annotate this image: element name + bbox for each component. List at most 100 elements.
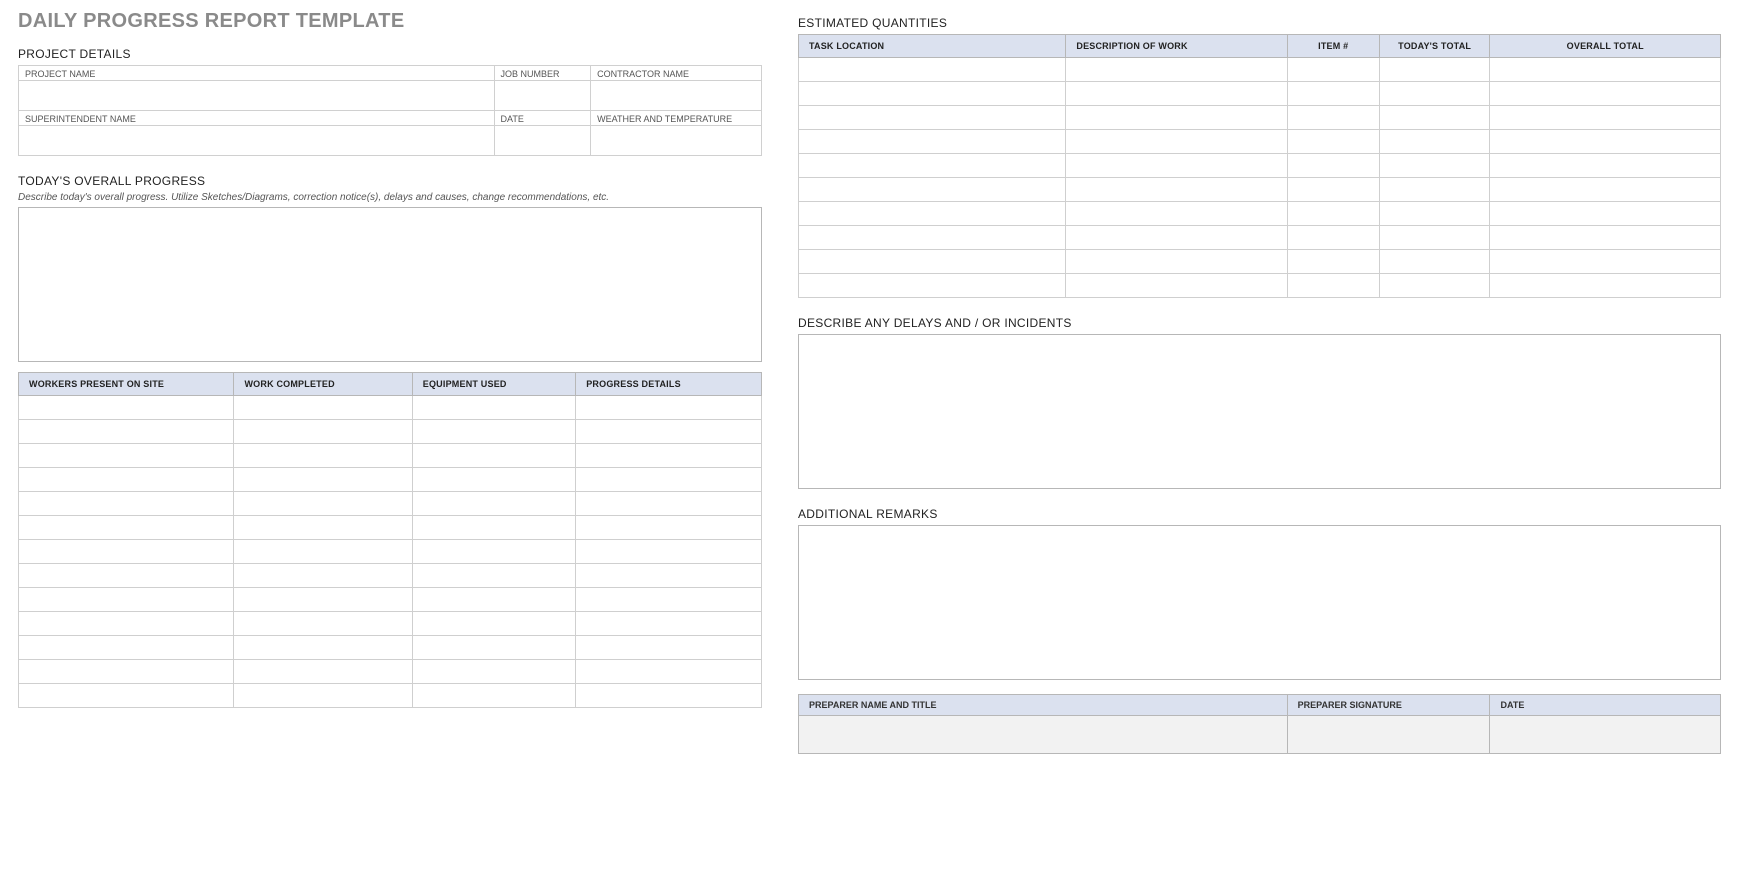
cell-equipment[interactable] [412,492,575,516]
cell-workers[interactable] [19,444,234,468]
cell-equipment[interactable] [412,444,575,468]
cell-workers[interactable] [19,612,234,636]
input-project-name[interactable] [19,81,495,111]
input-superintendent-name[interactable] [19,126,495,156]
input-weather[interactable] [591,126,762,156]
cell-location[interactable] [799,202,1066,226]
cell-details[interactable] [576,540,762,564]
cell-today[interactable] [1379,82,1490,106]
cell-description[interactable] [1066,226,1287,250]
cell-completed[interactable] [234,684,412,708]
cell-item[interactable] [1287,82,1379,106]
cell-equipment[interactable] [412,468,575,492]
cell-location[interactable] [799,154,1066,178]
cell-location[interactable] [799,58,1066,82]
cell-workers[interactable] [19,636,234,660]
cell-equipment[interactable] [412,540,575,564]
cell-today[interactable] [1379,226,1490,250]
cell-equipment[interactable] [412,396,575,420]
cell-description[interactable] [1066,250,1287,274]
cell-completed[interactable] [234,396,412,420]
cell-completed[interactable] [234,588,412,612]
cell-details[interactable] [576,564,762,588]
cell-completed[interactable] [234,540,412,564]
cell-description[interactable] [1066,82,1287,106]
cell-equipment[interactable] [412,564,575,588]
cell-item[interactable] [1287,178,1379,202]
cell-equipment[interactable] [412,612,575,636]
cell-equipment[interactable] [412,660,575,684]
cell-completed[interactable] [234,612,412,636]
cell-item[interactable] [1287,154,1379,178]
cell-completed[interactable] [234,420,412,444]
cell-overall[interactable] [1490,178,1721,202]
cell-overall[interactable] [1490,58,1721,82]
cell-details[interactable] [576,660,762,684]
cell-item[interactable] [1287,202,1379,226]
cell-workers[interactable] [19,660,234,684]
cell-workers[interactable] [19,540,234,564]
cell-details[interactable] [576,420,762,444]
cell-details[interactable] [576,636,762,660]
cell-equipment[interactable] [412,588,575,612]
cell-completed[interactable] [234,516,412,540]
cell-today[interactable] [1379,178,1490,202]
input-contractor-name[interactable] [591,81,762,111]
cell-item[interactable] [1287,274,1379,298]
cell-description[interactable] [1066,274,1287,298]
cell-workers[interactable] [19,420,234,444]
cell-description[interactable] [1066,178,1287,202]
cell-details[interactable] [576,612,762,636]
input-preparer-signature[interactable] [1287,716,1490,754]
cell-overall[interactable] [1490,130,1721,154]
textarea-remarks[interactable] [798,525,1721,680]
cell-details[interactable] [576,444,762,468]
cell-completed[interactable] [234,564,412,588]
cell-completed[interactable] [234,492,412,516]
cell-item[interactable] [1287,130,1379,154]
input-date[interactable] [494,126,591,156]
cell-overall[interactable] [1490,226,1721,250]
cell-overall[interactable] [1490,106,1721,130]
cell-equipment[interactable] [412,516,575,540]
cell-details[interactable] [576,588,762,612]
cell-completed[interactable] [234,660,412,684]
cell-overall[interactable] [1490,250,1721,274]
cell-location[interactable] [799,106,1066,130]
cell-details[interactable] [576,492,762,516]
cell-completed[interactable] [234,444,412,468]
cell-item[interactable] [1287,106,1379,130]
cell-location[interactable] [799,178,1066,202]
cell-today[interactable] [1379,274,1490,298]
cell-item[interactable] [1287,58,1379,82]
textarea-overall-progress[interactable] [18,207,762,362]
cell-overall[interactable] [1490,154,1721,178]
cell-today[interactable] [1379,250,1490,274]
cell-details[interactable] [576,516,762,540]
cell-item[interactable] [1287,226,1379,250]
cell-description[interactable] [1066,130,1287,154]
cell-overall[interactable] [1490,82,1721,106]
cell-description[interactable] [1066,202,1287,226]
cell-location[interactable] [799,274,1066,298]
cell-workers[interactable] [19,564,234,588]
cell-location[interactable] [799,130,1066,154]
cell-details[interactable] [576,684,762,708]
input-job-number[interactable] [494,81,591,111]
cell-item[interactable] [1287,250,1379,274]
cell-description[interactable] [1066,58,1287,82]
cell-completed[interactable] [234,468,412,492]
cell-location[interactable] [799,250,1066,274]
cell-description[interactable] [1066,106,1287,130]
cell-workers[interactable] [19,396,234,420]
textarea-delays[interactable] [798,334,1721,489]
cell-today[interactable] [1379,154,1490,178]
cell-workers[interactable] [19,684,234,708]
cell-today[interactable] [1379,202,1490,226]
cell-equipment[interactable] [412,684,575,708]
cell-workers[interactable] [19,492,234,516]
cell-workers[interactable] [19,516,234,540]
cell-location[interactable] [799,226,1066,250]
cell-details[interactable] [576,396,762,420]
cell-description[interactable] [1066,154,1287,178]
